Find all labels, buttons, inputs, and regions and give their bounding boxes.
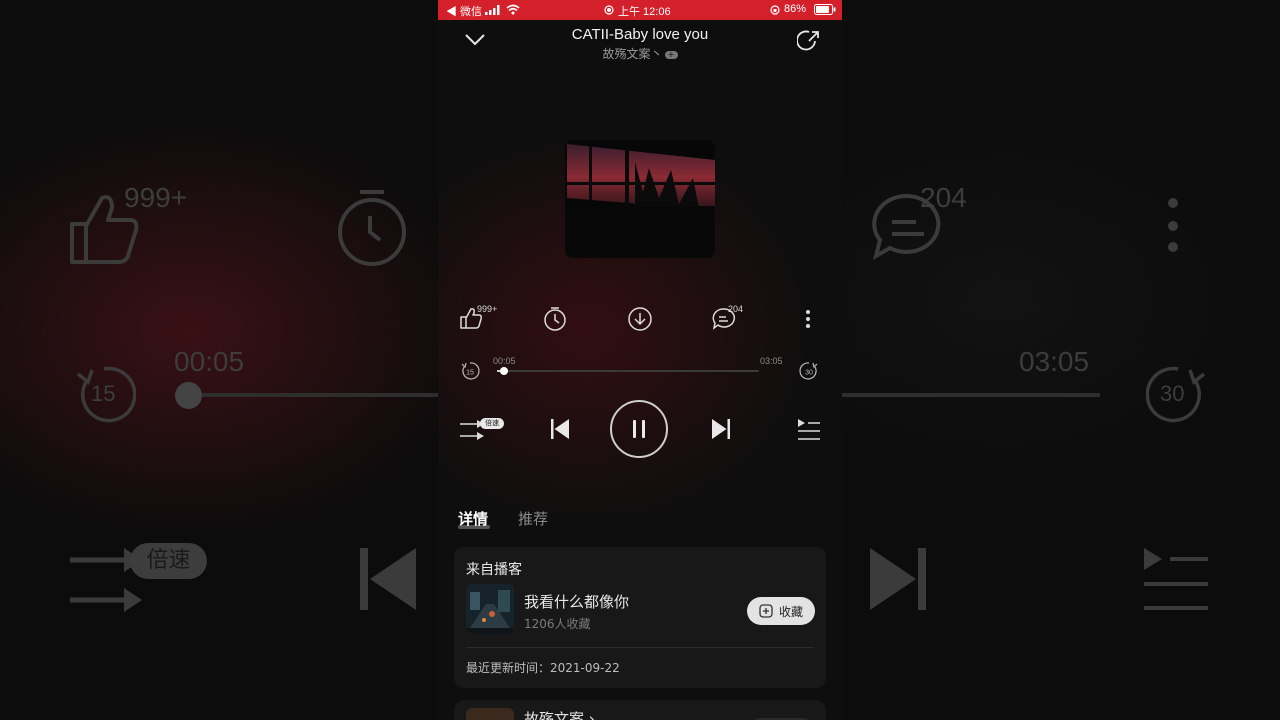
total-time: 03:05: [760, 356, 783, 366]
next-track-icon[interactable]: [712, 419, 730, 439]
bg-playlist-icon: [1144, 548, 1208, 610]
bg-prev-icon: [360, 548, 416, 610]
add-collection-icon: [759, 604, 773, 618]
progress-knob[interactable]: [500, 367, 508, 375]
more-options-icon[interactable]: [804, 309, 812, 329]
bg-forward-seconds: 30: [1160, 381, 1185, 406]
sleep-timer-icon[interactable]: [543, 306, 567, 332]
battery-icon: [814, 4, 836, 15]
bg-more-dot: [1168, 198, 1178, 208]
playlist-icon[interactable]: [798, 419, 820, 441]
podcast-thumbnail[interactable]: [466, 584, 514, 634]
bg-more-dot: [1168, 221, 1178, 231]
bg-progress-knob: [175, 382, 202, 409]
back-to-app-link[interactable]: ◀ 微信: [446, 3, 482, 19]
signal-icon: [485, 5, 500, 15]
progress-bar[interactable]: [497, 367, 759, 375]
tab-recommend[interactable]: 推荐: [518, 508, 548, 529]
forward-seconds: 30: [805, 370, 813, 377]
artist-row[interactable]: 故殇文案丶 +: [438, 45, 842, 62]
podcast-card: 来自播客 我看什么都像你 1206人收藏 收藏 最近更新时间：2021-09-2…: [454, 547, 826, 688]
bg-speed-badge: 倍速: [130, 543, 207, 579]
album-cover: [565, 140, 715, 258]
bg-progress-track: [176, 393, 438, 397]
podcast-collect-count: 1206人收藏: [524, 617, 591, 631]
download-icon[interactable]: [627, 306, 653, 332]
playback-speed-button[interactable]: 倍速: [480, 418, 504, 429]
like-count: 999+: [477, 304, 498, 314]
bg-progress-track-right: [842, 393, 1100, 397]
wifi-icon: [506, 4, 520, 15]
bg-timer-icon: [338, 190, 406, 266]
song-title: CATII-Baby love you: [571, 26, 709, 43]
status-bar: ◀ 微信 上午 12:06 86%: [438, 0, 842, 20]
collect-button[interactable]: 收藏: [747, 597, 815, 625]
author-card[interactable]: 故殇文案 ›: [454, 700, 826, 720]
previous-track-icon[interactable]: [551, 419, 569, 439]
pause-button[interactable]: [610, 400, 668, 458]
pause-icon: [633, 420, 645, 438]
collect-button-label: 收藏: [779, 605, 804, 619]
author-avatar: [466, 708, 514, 720]
comment-count: 204: [728, 304, 744, 314]
follow-plus-icon[interactable]: +: [664, 50, 678, 59]
author-name[interactable]: 故殇文案 ›: [524, 708, 595, 720]
card-divider: [466, 647, 814, 648]
tab-details[interactable]: 详情: [458, 508, 488, 529]
share-icon[interactable]: [797, 29, 821, 53]
bg-current-time: 00:05: [174, 346, 245, 377]
lock-rotation-icon: [770, 5, 780, 15]
bg-next-icon: [870, 548, 926, 610]
rewind-15-icon[interactable]: 15: [460, 361, 480, 381]
rewind-seconds: 15: [466, 370, 474, 377]
recording-icon: [604, 5, 614, 15]
forward-30-icon[interactable]: 30: [799, 361, 819, 381]
card-heading: 来自播客: [466, 562, 522, 578]
last-updated: 最近更新时间：2021-09-22: [466, 661, 620, 675]
podcast-title[interactable]: 我看什么都像你: [524, 591, 629, 612]
bg-more-dot: [1168, 242, 1178, 252]
artist-name[interactable]: 故殇文案丶: [602, 47, 662, 61]
bg-comments-count: 204: [920, 182, 967, 213]
current-time: 00:05: [493, 356, 516, 366]
clock: 上午 12:06: [618, 6, 671, 18]
bg-total-time: 03:05: [1019, 346, 1090, 377]
battery-percent: 86%: [784, 3, 807, 15]
screen: 999+ 15 00:05 倍速 204 03:05 30 ◀ 微信 上午 12…: [0, 0, 1280, 720]
player-screen: ◀ 微信 上午 12:06 86% CATII-Baby love you 故殇…: [438, 0, 842, 720]
bg-likes-count: 999+: [124, 182, 188, 213]
bg-rewind-seconds: 15: [91, 381, 116, 406]
